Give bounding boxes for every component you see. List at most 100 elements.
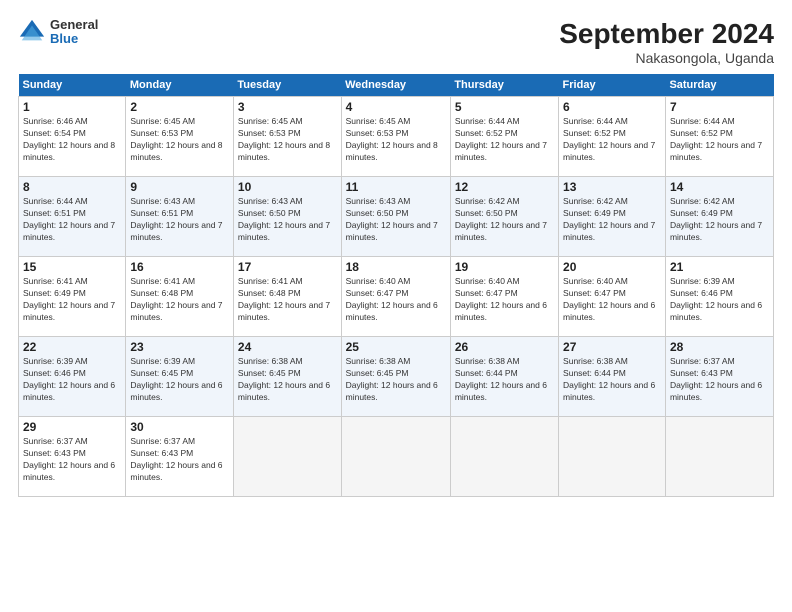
- day-info: Sunrise: 6:45 AMSunset: 6:53 PMDaylight:…: [346, 116, 446, 164]
- day-info: Sunrise: 6:40 AMSunset: 6:47 PMDaylight:…: [563, 276, 661, 324]
- day-cell: [559, 417, 666, 497]
- calendar-table: SundayMondayTuesdayWednesdayThursdayFrid…: [18, 74, 774, 497]
- day-number: 1: [23, 100, 121, 114]
- day-cell: 29Sunrise: 6:37 AMSunset: 6:43 PMDayligh…: [19, 417, 126, 497]
- day-info: Sunrise: 6:43 AMSunset: 6:51 PMDaylight:…: [130, 196, 229, 244]
- day-cell: 19 Sunrise: 6:40 AMSunset: 6:47 PMDayligh…: [450, 257, 558, 337]
- day-cell: 17 Sunrise: 6:41 AMSunset: 6:48 PMDayligh…: [233, 257, 341, 337]
- day-number: 8: [23, 180, 121, 194]
- day-cell: 5 Sunrise: 6:44 AMSunset: 6:52 PMDaylight…: [450, 97, 558, 177]
- week-row-1: 1 Sunrise: 6:46 AMSunset: 6:54 PMDaylight…: [19, 97, 774, 177]
- day-number: 23: [130, 340, 229, 354]
- col-header-saturday: Saturday: [665, 74, 773, 97]
- col-header-monday: Monday: [126, 74, 234, 97]
- day-number: 7: [670, 100, 769, 114]
- week-row-2: 8 Sunrise: 6:44 AMSunset: 6:51 PMDaylight…: [19, 177, 774, 257]
- logo-icon: [18, 18, 46, 46]
- day-number: 2: [130, 100, 229, 114]
- day-info: Sunrise: 6:41 AMSunset: 6:49 PMDaylight:…: [23, 276, 121, 324]
- logo-general: General: [50, 18, 98, 32]
- day-cell: 28 Sunrise: 6:37 AMSunset: 6:43 PMDayligh…: [665, 337, 773, 417]
- day-info: Sunrise: 6:46 AMSunset: 6:54 PMDaylight:…: [23, 116, 121, 164]
- day-cell: 1 Sunrise: 6:46 AMSunset: 6:54 PMDaylight…: [19, 97, 126, 177]
- day-number: 13: [563, 180, 661, 194]
- day-cell: 30Sunrise: 6:37 AMSunset: 6:43 PMDayligh…: [126, 417, 234, 497]
- day-info: Sunrise: 6:45 AMSunset: 6:53 PMDaylight:…: [238, 116, 337, 164]
- day-info: Sunrise: 6:40 AMSunset: 6:47 PMDaylight:…: [346, 276, 446, 324]
- day-cell: 12Sunrise: 6:42 AMSunset: 6:50 PMDayligh…: [450, 177, 558, 257]
- day-info: Sunrise: 6:42 AMSunset: 6:49 PMDaylight:…: [670, 196, 769, 244]
- day-number: 20: [563, 260, 661, 274]
- day-cell: 7Sunrise: 6:44 AMSunset: 6:52 PMDaylight…: [665, 97, 773, 177]
- day-info: Sunrise: 6:40 AMSunset: 6:47 PMDaylight:…: [455, 276, 554, 324]
- day-cell: 20 Sunrise: 6:40 AMSunset: 6:47 PMDayligh…: [559, 257, 666, 337]
- day-cell: 14 Sunrise: 6:42 AMSunset: 6:49 PMDayligh…: [665, 177, 773, 257]
- week-row-3: 15Sunrise: 6:41 AMSunset: 6:49 PMDayligh…: [19, 257, 774, 337]
- day-info: Sunrise: 6:43 AMSunset: 6:50 PMDaylight:…: [238, 196, 337, 244]
- day-info: Sunrise: 6:39 AMSunset: 6:45 PMDaylight:…: [130, 356, 229, 404]
- day-number: 21: [670, 260, 769, 274]
- day-number: 3: [238, 100, 337, 114]
- day-number: 19: [455, 260, 554, 274]
- day-info: Sunrise: 6:39 AMSunset: 6:46 PMDaylight:…: [670, 276, 769, 324]
- col-header-sunday: Sunday: [19, 74, 126, 97]
- col-header-wednesday: Wednesday: [341, 74, 450, 97]
- location: Nakasongola, Uganda: [559, 50, 774, 66]
- day-cell: 10 Sunrise: 6:43 AMSunset: 6:50 PMDayligh…: [233, 177, 341, 257]
- page: General Blue September 2024 Nakasongola,…: [0, 0, 792, 612]
- day-info: Sunrise: 6:38 AMSunset: 6:45 PMDaylight:…: [238, 356, 337, 404]
- col-header-tuesday: Tuesday: [233, 74, 341, 97]
- day-cell: 3 Sunrise: 6:45 AMSunset: 6:53 PMDaylight…: [233, 97, 341, 177]
- day-cell: [341, 417, 450, 497]
- day-number: 24: [238, 340, 337, 354]
- day-cell: [665, 417, 773, 497]
- day-info: Sunrise: 6:38 AMSunset: 6:45 PMDaylight:…: [346, 356, 446, 404]
- day-cell: 21 Sunrise: 6:39 AMSunset: 6:46 PMDayligh…: [665, 257, 773, 337]
- day-cell: [233, 417, 341, 497]
- day-number: 4: [346, 100, 446, 114]
- day-number: 18: [346, 260, 446, 274]
- day-cell: 23 Sunrise: 6:39 AMSunset: 6:45 PMDayligh…: [126, 337, 234, 417]
- day-cell: 25 Sunrise: 6:38 AMSunset: 6:45 PMDayligh…: [341, 337, 450, 417]
- day-info: Sunrise: 6:43 AMSunset: 6:50 PMDaylight:…: [346, 196, 446, 244]
- title-block: September 2024 Nakasongola, Uganda: [559, 18, 774, 66]
- day-cell: 16 Sunrise: 6:41 AMSunset: 6:48 PMDayligh…: [126, 257, 234, 337]
- day-cell: 26Sunrise: 6:38 AMSunset: 6:44 PMDayligh…: [450, 337, 558, 417]
- logo-text: General Blue: [50, 18, 98, 47]
- day-number: 14: [670, 180, 769, 194]
- day-number: 9: [130, 180, 229, 194]
- day-info: Sunrise: 6:41 AMSunset: 6:48 PMDaylight:…: [238, 276, 337, 324]
- day-number: 27: [563, 340, 661, 354]
- day-number: 5: [455, 100, 554, 114]
- day-cell: 22 Sunrise: 6:39 AMSunset: 6:46 PMDayligh…: [19, 337, 126, 417]
- day-cell: 2Sunrise: 6:45 AMSunset: 6:53 PMDaylight…: [126, 97, 234, 177]
- day-number: 11: [346, 180, 446, 194]
- header-row: SundayMondayTuesdayWednesdayThursdayFrid…: [19, 74, 774, 97]
- day-info: Sunrise: 6:44 AMSunset: 6:52 PMDaylight:…: [563, 116, 661, 164]
- day-number: 17: [238, 260, 337, 274]
- day-info: Sunrise: 6:42 AMSunset: 6:49 PMDaylight:…: [563, 196, 661, 244]
- day-number: 10: [238, 180, 337, 194]
- day-info: Sunrise: 6:38 AMSunset: 6:44 PMDaylight:…: [563, 356, 661, 404]
- day-number: 6: [563, 100, 661, 114]
- day-number: 16: [130, 260, 229, 274]
- day-cell: [450, 417, 558, 497]
- day-cell: 8 Sunrise: 6:44 AMSunset: 6:51 PMDaylight…: [19, 177, 126, 257]
- day-info: Sunrise: 6:37 AMSunset: 6:43 PMDaylight:…: [23, 436, 121, 484]
- day-cell: 11 Sunrise: 6:43 AMSunset: 6:50 PMDayligh…: [341, 177, 450, 257]
- day-info: Sunrise: 6:44 AMSunset: 6:51 PMDaylight:…: [23, 196, 121, 244]
- col-header-friday: Friday: [559, 74, 666, 97]
- day-info: Sunrise: 6:41 AMSunset: 6:48 PMDaylight:…: [130, 276, 229, 324]
- col-header-thursday: Thursday: [450, 74, 558, 97]
- day-cell: 13 Sunrise: 6:42 AMSunset: 6:49 PMDayligh…: [559, 177, 666, 257]
- day-info: Sunrise: 6:37 AMSunset: 6:43 PMDaylight:…: [670, 356, 769, 404]
- day-number: 22: [23, 340, 121, 354]
- day-number: 12: [455, 180, 554, 194]
- month-title: September 2024: [559, 18, 774, 50]
- day-info: Sunrise: 6:39 AMSunset: 6:46 PMDaylight:…: [23, 356, 121, 404]
- day-info: Sunrise: 6:38 AMSunset: 6:44 PMDaylight:…: [455, 356, 554, 404]
- day-info: Sunrise: 6:44 AMSunset: 6:52 PMDaylight:…: [455, 116, 554, 164]
- day-info: Sunrise: 6:37 AMSunset: 6:43 PMDaylight:…: [130, 436, 229, 484]
- day-number: 28: [670, 340, 769, 354]
- day-number: 25: [346, 340, 446, 354]
